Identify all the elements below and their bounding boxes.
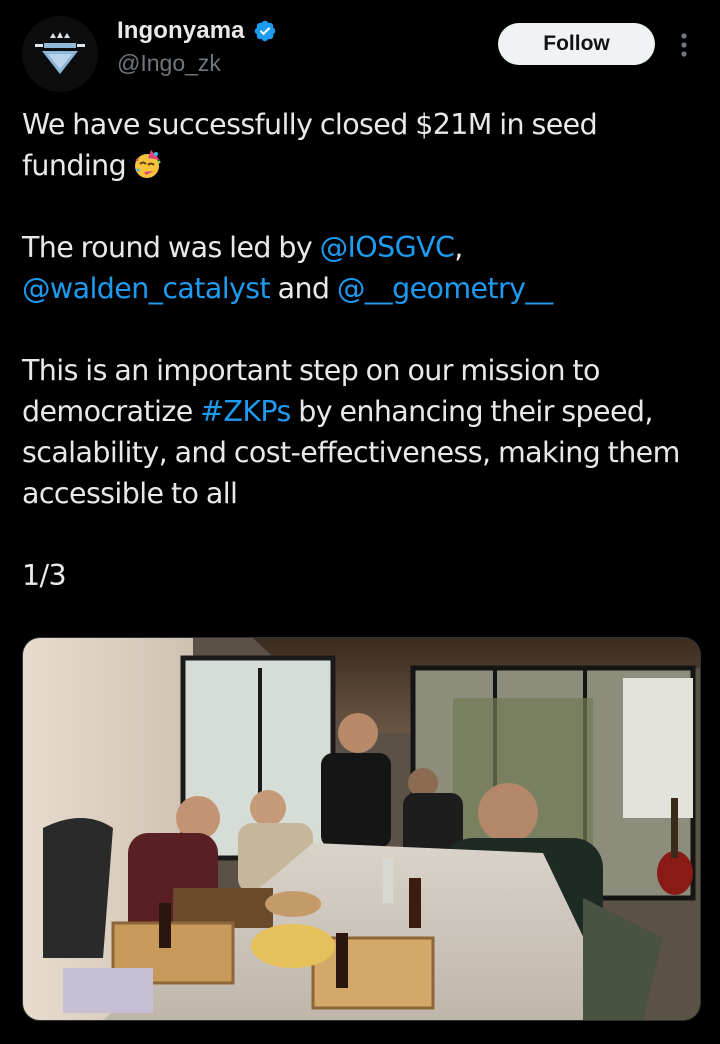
hashtag-zkps-link[interactable]: #ZKPs [200,395,291,428]
verified-badge-icon [254,20,275,42]
mention-geometry-link[interactable]: @__geometry__ [337,272,553,305]
author-avatar[interactable] [22,16,98,92]
more-vertical-icon [681,33,687,57]
tweet-text: We have successfully closed $21M in seed… [22,104,702,596]
mention-walden-catalyst-link[interactable]: @walden_catalyst [22,272,271,305]
follow-button[interactable]: Follow [498,23,655,65]
more-options-button[interactable] [671,28,697,62]
author-handle[interactable]: @Ingo_zk [117,50,221,77]
tweet-photo[interactable] [22,637,701,1021]
author-display-name[interactable]: Ingonyama [117,17,245,45]
tweet-line-2-prefix: The round was led by [22,231,320,264]
tweet-paragraph-1: We have successfully closed $21M in seed… [22,104,702,186]
tweet-paragraph-3: This is an important step on our mission… [22,350,702,514]
tweet-paragraph-2: The round was led by @IOSGVC, @walden_cat… [22,227,702,309]
tweet-line-2-comma: , [454,231,463,264]
mention-iosgvc-link[interactable]: @IOSGVC [320,231,455,264]
team-photo-image [23,638,700,1020]
thread-index: 1/3 [22,559,67,592]
tweet-line-1: We have successfully closed $21M in seed… [22,108,598,182]
ingonyama-logo-icon [22,16,98,92]
partying-face-emoji-icon [135,150,161,178]
author-name-row[interactable]: Ingonyama [117,16,277,46]
tweet-and-text: and [270,272,337,305]
tweet-post: Ingonyama @Ingo_zk Follow We have succes… [0,0,720,1044]
